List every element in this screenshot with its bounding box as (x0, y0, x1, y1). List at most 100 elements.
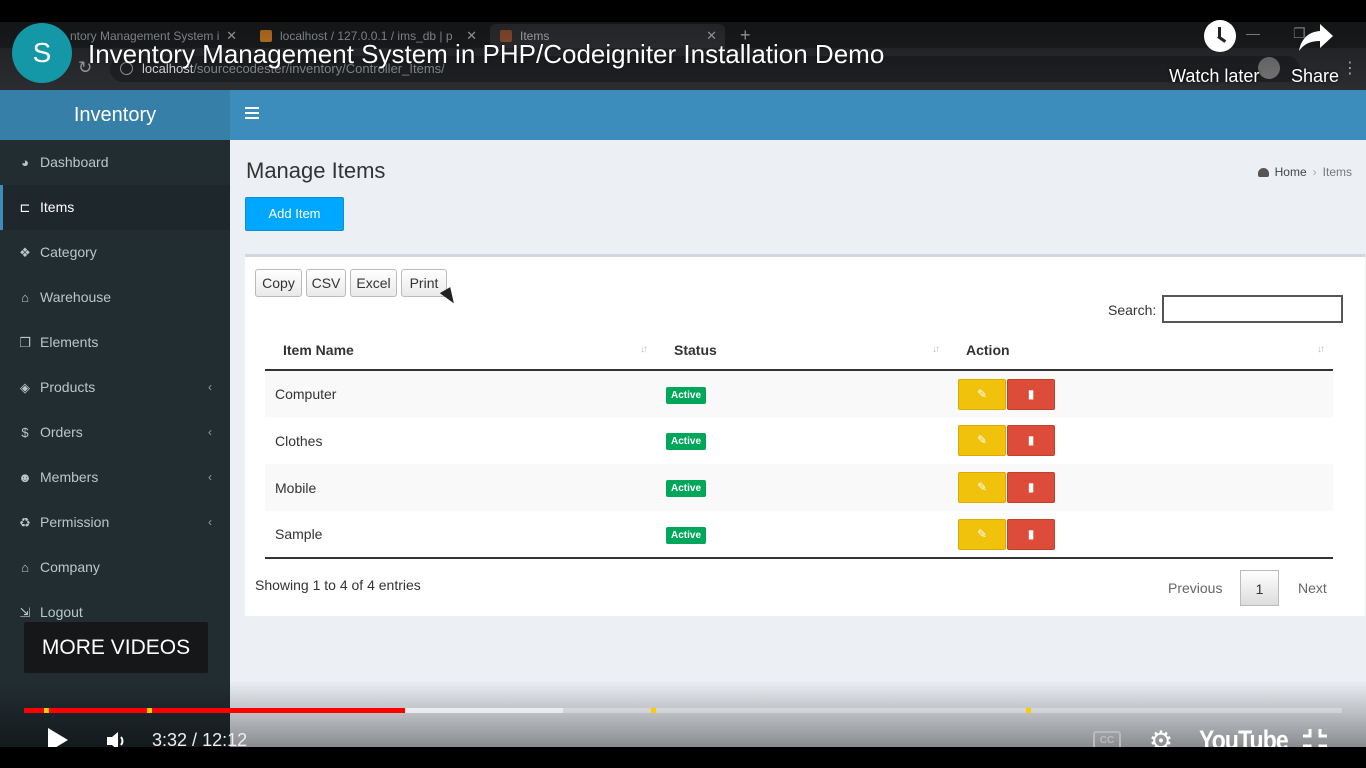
minimize-icon[interactable]: — (1246, 25, 1260, 41)
sidebar-item-label: Members (40, 469, 99, 485)
search-input[interactable] (1162, 295, 1343, 323)
sidebar-item-members[interactable]: ☻ Members ‹ (0, 455, 230, 500)
column-header-action[interactable]: Action ↓↑ (948, 331, 1333, 371)
profile-avatar-icon[interactable] (1258, 57, 1280, 79)
sidebar-item-permission[interactable]: ♻ Permission ‹ (0, 500, 230, 545)
cubes-icon: ❖ (19, 245, 31, 260)
status-badge: Active (666, 526, 707, 544)
item-name-cell: Mobile (265, 464, 656, 511)
sidebar-brand[interactable]: Inventory (0, 90, 230, 140)
sidebar-item-label: Dashboard (40, 154, 109, 170)
hamburger-menu-icon[interactable] (245, 107, 259, 121)
sidebar-item-dashboard[interactable]: ◕ Dashboard (0, 140, 230, 185)
trash-icon: ▮ (1027, 386, 1035, 401)
pencil-icon: ✎ (976, 526, 988, 541)
sidebar-item-company[interactable]: ⌂ Company (0, 545, 230, 590)
sidebar-item-label: Category (40, 244, 97, 260)
chapter-marker (1025, 708, 1031, 713)
pencil-icon: ✎ (976, 386, 988, 401)
status-badge: Active (666, 386, 707, 404)
pencil-icon: ✎ (976, 433, 988, 447)
sidebar-item-items[interactable]: ⊏ Items (0, 185, 230, 230)
table-row: Mobile Active ✎ ▮ (265, 464, 1333, 511)
sidebar-item-label: Company (40, 559, 100, 575)
chevron-left-icon: ‹ (208, 515, 212, 529)
action-cell: ✎ ▮ (948, 464, 1333, 511)
sidebar-item-label: Logout (40, 604, 83, 620)
sidebar-nav: ◕ Dashboard ⊏ Items ❖ Category ⌂ Warehouse ❐ Elem… (0, 140, 230, 635)
chapter-marker (651, 708, 657, 713)
sidebar-item-category[interactable]: ❖ Category (0, 230, 230, 275)
table-row: Clothes Active ✎ ▮ (265, 417, 1333, 464)
table-body: Computer Active ✎ ▮ Clothes Active ✎ ▮ Mobile Act… (265, 370, 1333, 559)
action-cell: ✎ ▮ (948, 511, 1333, 559)
video-letterbox-bottom (0, 747, 1366, 768)
mouse-cursor-icon (439, 287, 459, 307)
previous-page-button[interactable]: Previous (1168, 570, 1222, 606)
pencil-icon: ✎ (976, 480, 988, 494)
sidebar-item-orders[interactable]: $ Orders ‹ (0, 410, 230, 455)
breadcrumb-home[interactable]: Home (1275, 165, 1307, 179)
watch-later-icon[interactable] (1204, 20, 1236, 52)
table-header-row: Item Name ↓↑ Status ↓↑ Action ↓↑ (265, 331, 1333, 371)
add-item-button[interactable]: Add Item (245, 197, 344, 231)
chevron-left-icon: ‹ (208, 425, 212, 439)
share-label[interactable]: Share (1291, 66, 1339, 87)
sidebar-item-label: Warehouse (40, 289, 112, 305)
page-1-button[interactable]: 1 (1240, 570, 1279, 606)
item-name-cell: Computer (265, 370, 656, 417)
edit-button[interactable]: ✎ (958, 425, 1006, 456)
status-badge: Active (666, 480, 707, 497)
action-cell: ✎ ▮ (948, 417, 1333, 464)
sidebar-item-label: Products (40, 379, 96, 395)
chapter-marker (146, 708, 152, 713)
delete-button[interactable]: ▮ (1007, 518, 1055, 550)
edit-button[interactable]: ✎ (958, 378, 1006, 410)
trash-icon: ▮ (1027, 526, 1035, 541)
sort-icon: ↓↑ (932, 344, 940, 355)
sidebar-item-label: Permission (40, 514, 110, 530)
copy-button[interactable]: Copy (255, 269, 302, 297)
item-name-cell: Clothes (265, 417, 656, 464)
top-header (230, 90, 1366, 140)
column-header-item-name[interactable]: Item Name ↓↑ (265, 331, 656, 371)
breadcrumb: Home › Items (1257, 165, 1352, 179)
sidebar-item-elements[interactable]: ❐ Elements (0, 320, 230, 365)
column-header-status[interactable]: Status ↓↑ (656, 331, 948, 371)
item-name: Sample (275, 526, 323, 542)
search-label: Search: (1108, 302, 1157, 318)
csv-button[interactable]: CSV (306, 269, 346, 297)
channel-avatar[interactable]: S (12, 23, 72, 83)
next-page-button[interactable]: Next (1298, 570, 1327, 606)
content-area: Manage Items Home › Items Add Item Copy CS… (230, 140, 1366, 768)
excel-button[interactable]: Excel (350, 269, 397, 297)
item-name: Computer (275, 386, 337, 402)
column-label: Item Name (283, 342, 354, 358)
trash-icon: ▮ (1027, 433, 1035, 447)
video-title[interactable]: Inventory Management System in PHP/Codei… (88, 39, 884, 70)
status-cell: Active (656, 417, 948, 464)
share-icon[interactable] (1298, 22, 1334, 52)
delete-button[interactable]: ▮ (1007, 472, 1055, 503)
breadcrumb-separator: › (1312, 165, 1317, 179)
delete-button[interactable]: ▮ (1007, 425, 1055, 456)
sort-icon: ↓↑ (640, 344, 648, 355)
more-videos-button[interactable]: MORE VIDEOS (24, 622, 208, 673)
sign-out-icon: ⇲ (19, 605, 31, 620)
kebab-menu-icon[interactable]: ⋮ (1342, 58, 1358, 78)
breadcrumb-current: Items (1322, 165, 1352, 179)
delete-button[interactable]: ▮ (1007, 378, 1055, 410)
items-table: Item Name ↓↑ Status ↓↑ Action ↓↑ Computer Ac… (265, 331, 1333, 559)
column-label: Action (966, 342, 1010, 358)
sidebar-item-products[interactable]: ◈ Products ‹ (0, 365, 230, 410)
watch-later-label[interactable]: Watch later (1169, 66, 1259, 87)
users-icon: ☻ (18, 470, 32, 485)
chevron-left-icon: ‹ (208, 470, 212, 484)
sidebar-item-label: Orders (40, 424, 83, 440)
edit-button[interactable]: ✎ (958, 518, 1006, 550)
edit-button[interactable]: ✎ (958, 472, 1006, 503)
item-name-cell: Sample (265, 511, 656, 559)
action-cell: ✎ ▮ (948, 370, 1333, 417)
progress-bar[interactable] (24, 708, 1342, 713)
sidebar-item-warehouse[interactable]: ⌂ Warehouse (0, 275, 230, 320)
